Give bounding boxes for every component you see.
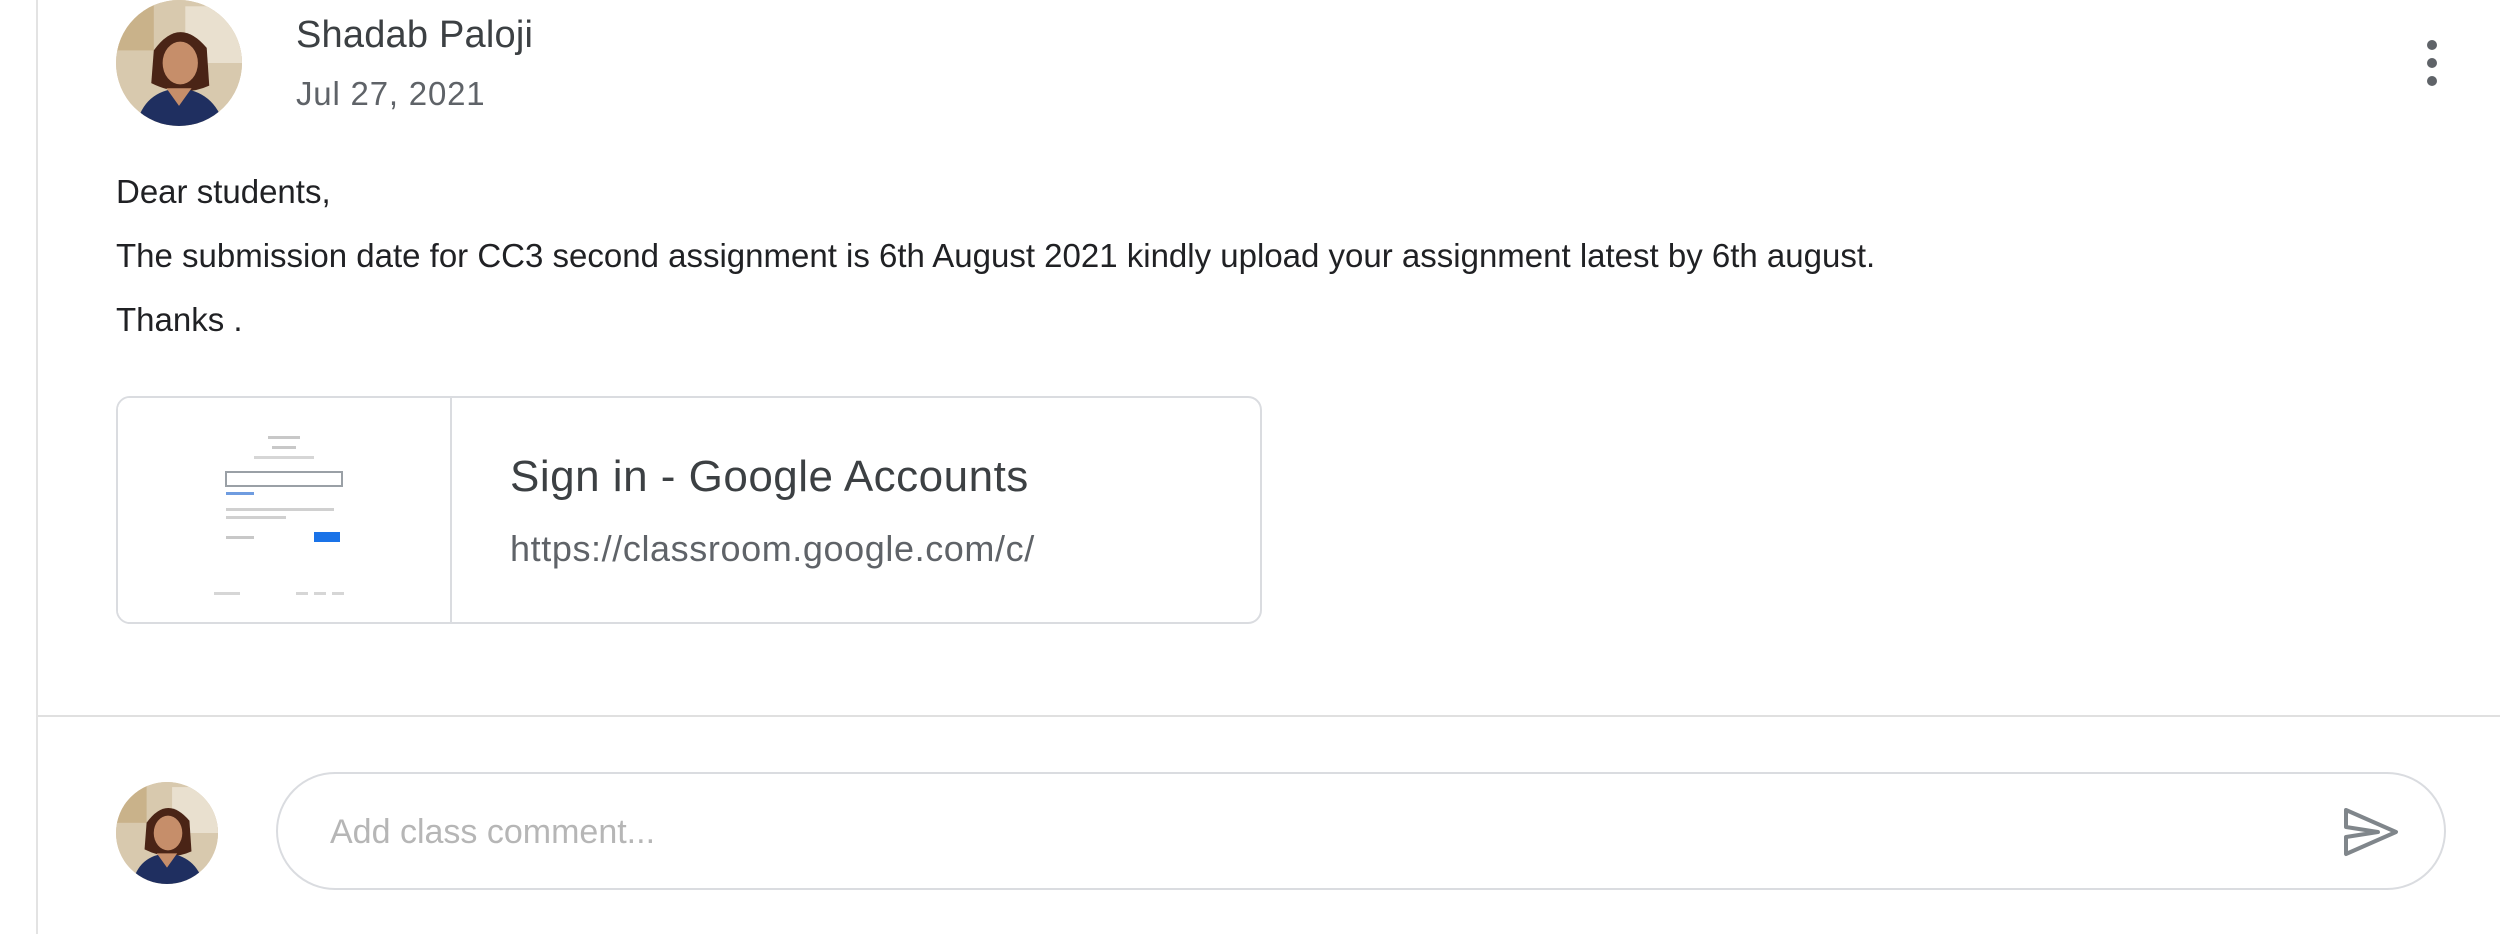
class-comment-box	[276, 772, 2446, 890]
send-comment-button[interactable]	[2338, 800, 2402, 864]
more-options-button[interactable]	[2408, 28, 2456, 98]
post-date: Jul 27, 2021	[296, 75, 486, 112]
link-attachment-card[interactable]: Sign in - Google Accounts https://classr…	[116, 396, 1262, 624]
send-icon	[2344, 808, 2398, 856]
author-name: Shadab Paloji	[296, 14, 534, 56]
attachment-thumbnail	[118, 398, 452, 622]
commenter-avatar	[116, 782, 218, 884]
post-body-text: Dear students, The submission date for C…	[116, 173, 1876, 338]
attachment-title: Sign in - Google Accounts	[510, 452, 1029, 501]
more-vert-icon	[2427, 40, 2437, 50]
google-signin-page-thumbnail-icon	[118, 398, 450, 622]
author-avatar[interactable]	[116, 0, 242, 126]
comment-divider	[38, 715, 2500, 717]
attachment-url: https://classroom.google.com/c/	[510, 528, 1035, 569]
stream-page: Shadab Paloji Jul 27, 2021 Dear students…	[0, 0, 2500, 934]
profile-photo-icon	[116, 0, 242, 126]
class-comment-input[interactable]	[328, 802, 2232, 862]
announcement-post: Shadab Paloji Jul 27, 2021 Dear students…	[38, 0, 2500, 715]
profile-photo-icon	[116, 782, 218, 884]
